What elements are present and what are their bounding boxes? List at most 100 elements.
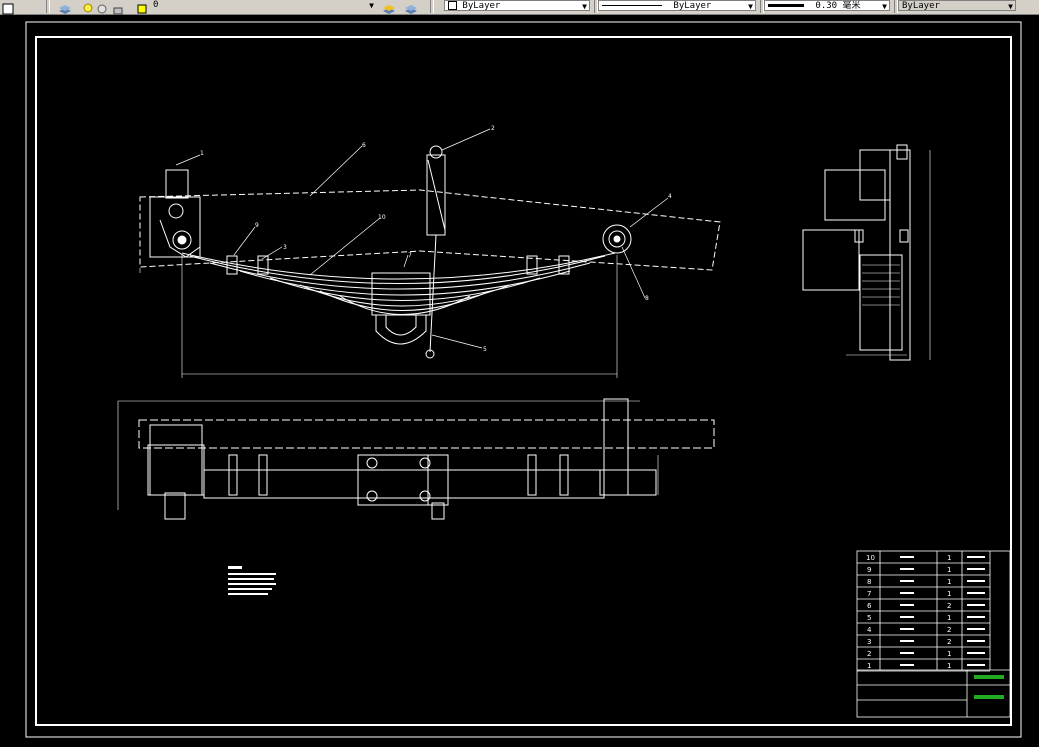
leader-2 (441, 128, 491, 151)
front-eye-bolt (177, 235, 187, 245)
u-bolt-inner (385, 315, 417, 336)
plan-rear-bracket (603, 398, 629, 496)
bom-no-1: 1 (867, 662, 871, 670)
chevron-down-icon[interactable]: ▼ (582, 1, 587, 10)
title-green-bar-2 (974, 695, 1004, 699)
side-nut-2 (899, 229, 909, 243)
side-nut-top (896, 144, 908, 160)
lineweight-dropdown[interactable]: 0.30 毫米 ▼ (764, 0, 890, 11)
layer-manager-icon[interactable] (2, 0, 14, 15)
leader-6 (309, 145, 363, 197)
front-pin (168, 203, 184, 219)
bom-qty-1: 1 (947, 662, 951, 670)
bom-material-placeholder (967, 628, 985, 630)
lineweight-value: 0.30 毫米 (815, 1, 861, 11)
freeze-sun-icon[interactable] (96, 0, 108, 14)
layers-icon[interactable] (58, 0, 72, 14)
chevron-down-icon[interactable]: ▼ (369, 0, 374, 11)
make-layer-current-icon[interactable] (382, 0, 396, 14)
front-view (139, 128, 721, 378)
bom-no-8: 8 (867, 578, 871, 586)
bom-name-placeholder (900, 556, 914, 558)
drawing-canvas[interactable]: 1 2 3 4 5 6 7 8 9 10 10 9 8 7 6 5 4 3 2 … (0, 15, 1039, 743)
balloon-2: 2 (491, 125, 495, 132)
color-dropdown[interactable]: ByLayer ▼ (444, 0, 590, 11)
bom-qty-6: 2 (947, 602, 951, 610)
leader-9 (233, 226, 256, 256)
bom-no-6: 6 (867, 602, 872, 610)
linetype-dropdown[interactable]: ByLayer ▼ (598, 0, 756, 11)
notes-line-3 (228, 583, 276, 585)
plan-bolt-2 (366, 490, 378, 502)
layer-dropdown[interactable]: 0 ▼ (150, 0, 376, 11)
front-bracket (149, 196, 201, 258)
plan-front-hanger (147, 444, 205, 496)
front-hanger (165, 169, 189, 199)
sheet-inner-border (35, 36, 1012, 726)
bom-material-placeholder (967, 616, 985, 618)
bom-name-placeholder (900, 640, 914, 642)
leader-10 (309, 217, 381, 276)
balloon-3: 3 (283, 244, 287, 251)
notes-line-2 (228, 578, 274, 580)
bom-qty-10: 1 (947, 554, 951, 562)
plotstyle-dropdown[interactable]: ByLayer ▼ (898, 0, 1016, 11)
bom-material-placeholder (967, 664, 985, 666)
bom-name-placeholder (900, 592, 914, 594)
bom-no-2: 2 (867, 650, 871, 658)
leader-3 (261, 246, 283, 260)
bom-material-placeholder (967, 640, 985, 642)
balloon-7: 7 (408, 252, 412, 259)
lock-icon[interactable] (112, 0, 124, 15)
layer-previous-icon[interactable] (404, 0, 418, 14)
shock-upper-eye (429, 145, 443, 159)
bom-no-7: 7 (867, 590, 871, 598)
bom-qty-9: 1 (947, 566, 951, 574)
title-green-bar-1 (974, 675, 1004, 679)
plan-view (117, 398, 715, 520)
layer-on-bulb-icon[interactable] (82, 0, 94, 13)
layer-color-swatch-icon[interactable] (136, 0, 148, 14)
bom-name-placeholder (900, 616, 914, 618)
balloon-8: 8 (645, 295, 649, 302)
side-bracket (824, 169, 886, 221)
bom-no-10: 10 (866, 554, 875, 562)
balloon-6: 6 (362, 142, 366, 149)
plan-clip-1 (228, 454, 238, 496)
bom-name-placeholder (900, 664, 914, 666)
bom-material-placeholder (967, 568, 985, 570)
bom-no-5: 5 (867, 614, 871, 622)
bom-qty-7: 1 (947, 590, 951, 598)
chevron-down-icon[interactable]: ▼ (1008, 1, 1013, 10)
technical-notes (228, 566, 276, 595)
plan-clip-2 (258, 454, 268, 496)
balloon-1: 1 (200, 150, 204, 157)
chevron-down-icon[interactable]: ▼ (882, 1, 887, 10)
bom-no-3: 3 (867, 638, 871, 646)
shock-rod (429, 234, 437, 353)
side-leaf-pack (859, 254, 903, 351)
cad-drawing: 1 2 3 4 5 6 7 8 9 10 10 9 8 7 6 5 4 3 2 … (25, 21, 1022, 738)
plan-clip-4 (559, 454, 569, 496)
chevron-down-icon[interactable]: ▼ (748, 1, 753, 10)
notes-title (228, 566, 242, 569)
notes-line-4 (228, 588, 272, 590)
bom-material-placeholder (967, 592, 985, 594)
toolbar-separator (430, 0, 434, 13)
bom-qty-3: 2 (947, 638, 951, 646)
plan-bolt-1 (366, 457, 378, 469)
bom-name-placeholder (900, 628, 914, 630)
balloon-4: 4 (668, 193, 672, 200)
bom-name-placeholder (900, 568, 914, 570)
properties-toolbar: 0 ▼ ByLayer ▼ ByLayer ▼ 0.30 毫米 ▼ ByLaye… (0, 0, 1039, 15)
side-eye-housing (802, 229, 860, 291)
leader-8 (621, 246, 646, 299)
lineweight-sample (768, 4, 804, 7)
leader-1 (175, 154, 201, 166)
bom-no-4: 4 (867, 626, 872, 634)
u-bolt (375, 315, 427, 345)
side-leaves (862, 264, 900, 306)
bom-qty-8: 1 (947, 578, 951, 586)
color-value: ByLayer (462, 1, 501, 11)
shock-top (427, 159, 446, 231)
